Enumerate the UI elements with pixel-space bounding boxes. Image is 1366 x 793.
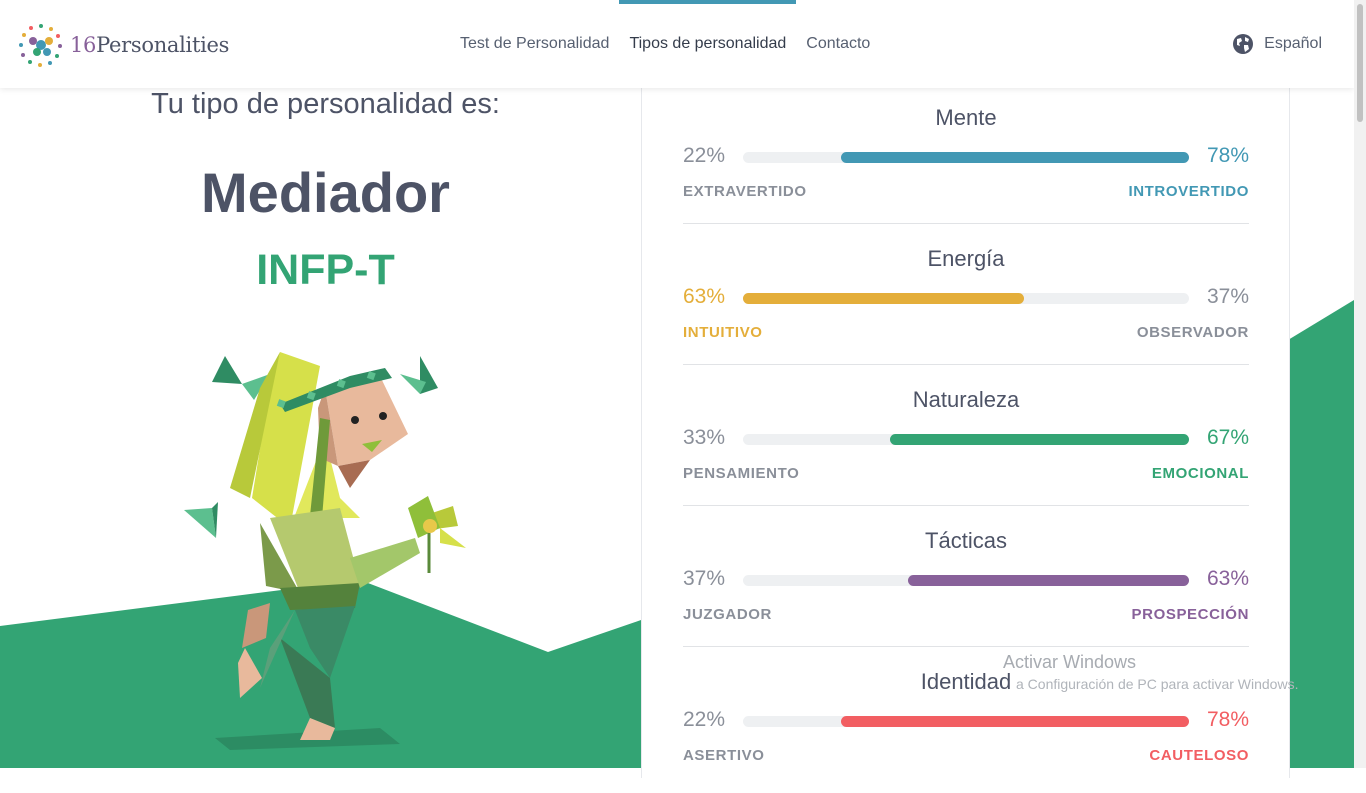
site-header: 16Personalities Test de Personalidad Tip… <box>0 0 1354 88</box>
globe-icon <box>1233 34 1254 54</box>
scrollbar-thumb[interactable] <box>1357 4 1363 122</box>
trait-left-label: JUZGADOR <box>683 606 772 623</box>
personality-type-name: Mediador <box>201 161 450 224</box>
result-subtitle: Tu tipo de personalidad es: <box>151 88 500 120</box>
trait-left-label: EXTRAVERTIDO <box>683 183 807 200</box>
trait-left-percent: 37% <box>683 567 726 590</box>
trait-tactics: Tácticas 37% 63% JUZGADOR PROSPECCIÓN <box>683 511 1249 652</box>
traits-panel: Mente 22% 78% EXTRAVERTIDO INTROVERTIDO … <box>641 88 1290 778</box>
active-nav-indicator <box>619 0 797 4</box>
trait-nature: Naturaleza 33% 67% PENSAMIENTO EMOCIONAL <box>683 370 1249 511</box>
trait-energy: Energía 63% 37% INTUITIVO OBSERVADOR <box>683 229 1249 370</box>
trait-bar-fill <box>890 434 1189 445</box>
trait-bar-fill <box>841 152 1189 163</box>
trait-bar <box>743 152 1189 163</box>
page-scrollbar[interactable] <box>1354 0 1366 768</box>
trait-right-percent: 67% <box>1206 426 1249 449</box>
activate-windows-subtitle: a Configuración de PC para activar Windo… <box>1016 676 1299 692</box>
nav-contact[interactable]: Contacto <box>796 0 880 88</box>
trait-divider <box>683 364 1249 365</box>
nav-contact-label: Contacto <box>806 35 871 52</box>
main-nav: Test de Personalidad Tipos de personalid… <box>450 0 880 88</box>
trait-bar-fill <box>743 293 1024 304</box>
trait-right-percent: 37% <box>1206 285 1249 308</box>
trait-bar <box>743 716 1189 727</box>
trait-divider <box>683 646 1249 647</box>
trait-identity: Identidad 22% 78% ASERTIVO CAUTELOSO <box>683 652 1249 793</box>
result-summary: Tu tipo de personalidad es: Mediador INF… <box>0 88 641 768</box>
trait-left-percent: 33% <box>683 426 726 449</box>
nav-test-label: Test de Personalidad <box>460 35 610 52</box>
trait-right-percent: 78% <box>1206 708 1249 731</box>
logo-icon <box>19 24 62 67</box>
language-label: Español <box>1264 35 1322 52</box>
trait-mind: Mente 22% 78% EXTRAVERTIDO INTROVERTIDO <box>683 88 1249 229</box>
trait-bar <box>743 434 1189 445</box>
trait-left-percent: 22% <box>683 144 726 167</box>
trait-bar-fill <box>908 575 1189 586</box>
trait-bar-fill <box>841 716 1189 727</box>
trait-left-percent: 22% <box>683 708 726 731</box>
activate-windows-title: Activar Windows <box>1003 652 1137 672</box>
trait-left-label: ASERTIVO <box>683 747 765 764</box>
trait-right-label: OBSERVADOR <box>1136 324 1249 341</box>
nav-types-label: Tipos de personalidad <box>629 35 787 52</box>
trait-bar <box>743 575 1189 586</box>
logo[interactable]: 16Personalities <box>18 22 229 68</box>
trait-title: Mente <box>935 105 997 130</box>
trait-right-percent: 63% <box>1206 567 1249 590</box>
trait-left-label: INTUITIVO <box>683 324 763 341</box>
trait-bar <box>743 293 1189 304</box>
nav-types[interactable]: Tipos de personalidad <box>619 0 797 88</box>
mediator-illustration <box>184 352 466 750</box>
trait-right-label: EMOCIONAL <box>1151 465 1249 482</box>
nav-test[interactable]: Test de Personalidad <box>450 0 619 88</box>
trait-right-label: INTROVERTIDO <box>1128 183 1249 200</box>
trait-title: Energía <box>927 246 1005 271</box>
language-selector[interactable]: Español <box>1232 0 1322 88</box>
trait-divider <box>683 505 1249 506</box>
logo-wordmark: 16Personalities <box>70 33 230 57</box>
trait-title: Tácticas <box>925 528 1007 553</box>
trait-left-percent: 63% <box>683 285 726 308</box>
personality-type-code: INFP-T <box>256 246 395 294</box>
trait-left-label: PENSAMIENTO <box>683 465 800 482</box>
trait-right-label: PROSPECCIÓN <box>1131 606 1249 623</box>
trait-right-label: CAUTELOSO <box>1149 747 1249 764</box>
trait-right-percent: 78% <box>1206 144 1249 167</box>
trait-divider <box>683 223 1249 224</box>
trait-title: Naturaleza <box>912 387 1020 412</box>
